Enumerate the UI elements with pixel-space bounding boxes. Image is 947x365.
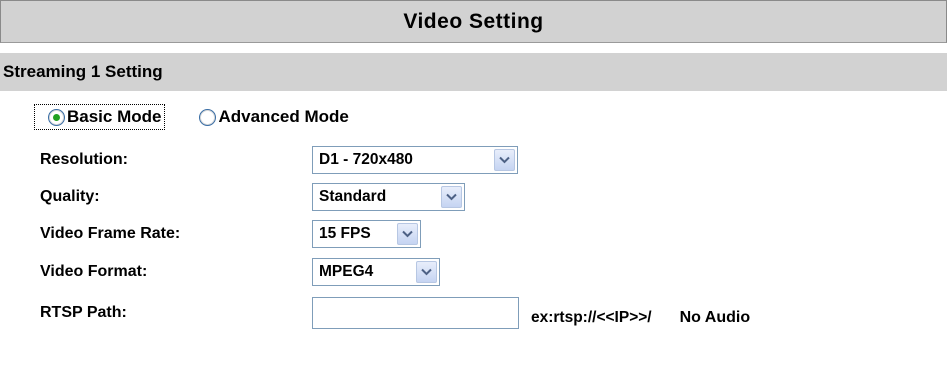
quality-row: Quality: Standard xyxy=(40,182,465,212)
chevron-down-icon[interactable] xyxy=(441,186,462,208)
page-title: Video Setting xyxy=(403,9,544,33)
advanced-mode-label: Advanced Mode xyxy=(218,107,349,126)
advanced-mode-radio[interactable] xyxy=(199,108,217,126)
quality-value: Standard xyxy=(319,188,387,205)
section-header: Streaming 1 Setting xyxy=(0,53,947,91)
format-select[interactable]: MPEG4 xyxy=(312,258,440,286)
rtsp-label: RTSP Path: xyxy=(40,304,127,321)
quality-select[interactable]: Standard xyxy=(312,183,465,211)
format-label: Video Format: xyxy=(40,263,148,280)
resolution-row: Resolution: D1 - 720x480 xyxy=(40,145,518,175)
no-audio-note: No Audio xyxy=(679,309,751,326)
basic-mode-option[interactable]: Basic Mode xyxy=(33,104,166,130)
frame-rate-label: Video Frame Rate: xyxy=(40,225,181,242)
rtsp-row: RTSP Path: ex:rtsp://<<IP>>/ No Audio xyxy=(40,293,750,333)
quality-label: Quality: xyxy=(40,188,100,205)
chevron-down-icon[interactable] xyxy=(416,261,437,283)
resolution-label: Resolution: xyxy=(40,151,128,168)
basic-mode-radio[interactable] xyxy=(48,108,65,126)
advanced-mode-option[interactable]: Advanced Mode xyxy=(199,107,349,127)
chevron-down-icon[interactable] xyxy=(397,223,418,245)
mode-selector: Basic Mode Advanced Mode xyxy=(33,102,349,132)
resolution-value: D1 - 720x480 xyxy=(319,151,413,168)
rtsp-path-input[interactable] xyxy=(312,297,519,329)
rtsp-hint: ex:rtsp://<<IP>>/ xyxy=(531,309,652,326)
resolution-select[interactable]: D1 - 720x480 xyxy=(312,146,518,174)
title-bar: Video Setting xyxy=(0,0,947,43)
frame-rate-select[interactable]: 15 FPS xyxy=(312,220,421,248)
format-row: Video Format: MPEG4 xyxy=(40,257,440,287)
basic-mode-label: Basic Mode xyxy=(67,107,162,126)
frame-rate-row: Video Frame Rate: 15 FPS xyxy=(40,219,421,249)
frame-rate-value: 15 FPS xyxy=(319,225,371,242)
video-setting-page: Video Setting Streaming 1 Setting Basic … xyxy=(0,0,947,365)
chevron-down-icon[interactable] xyxy=(494,149,515,171)
format-value: MPEG4 xyxy=(319,263,374,280)
section-title: Streaming 1 Setting xyxy=(3,62,163,81)
